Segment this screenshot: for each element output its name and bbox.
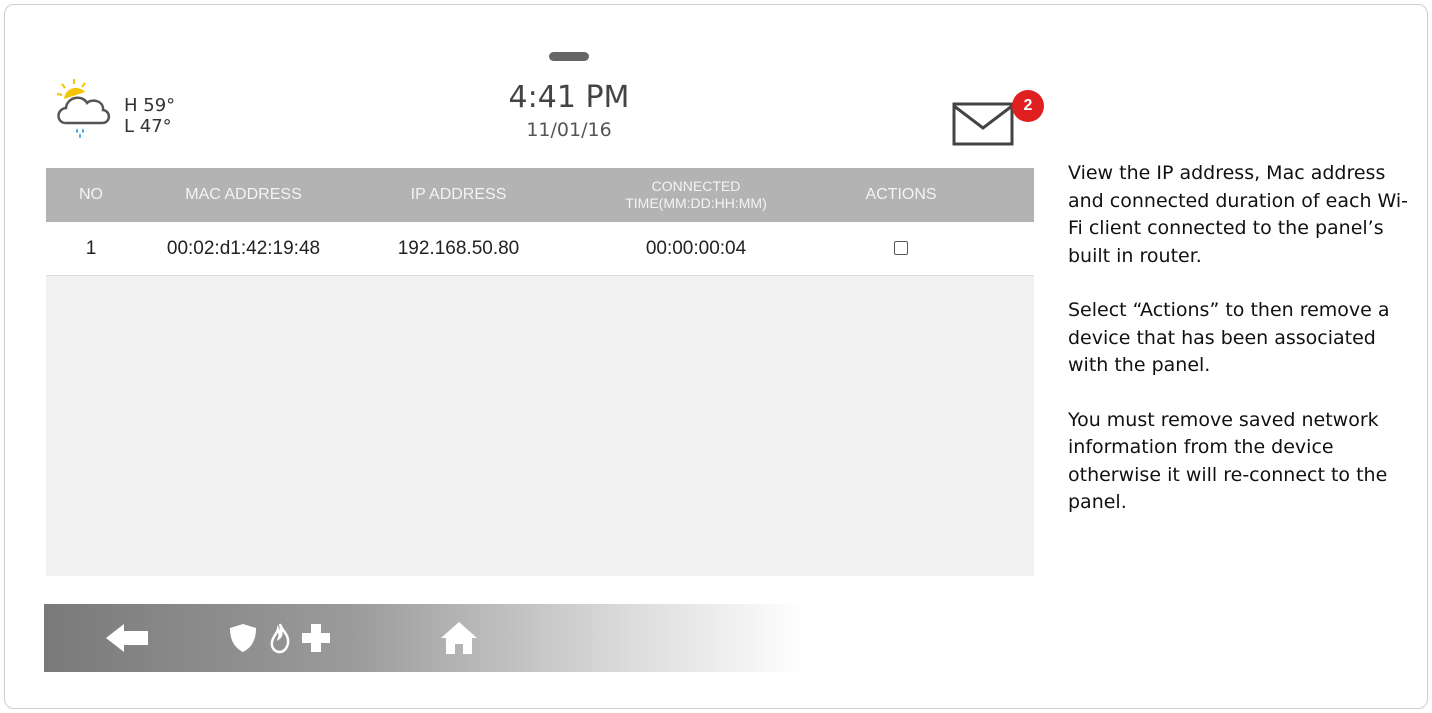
back-arrow-icon bbox=[106, 624, 148, 652]
table-row: 1 00:02:d1:42:19:48 192.168.50.80 00:00:… bbox=[46, 222, 1034, 276]
weather-widget[interactable]: H 59° L 47° bbox=[52, 75, 212, 147]
messages-button[interactable]: 2 bbox=[952, 90, 1044, 150]
cell-mac-address: 00:02:d1:42:19:48 bbox=[166, 237, 321, 259]
clock: 4:41 PM 11/01/16 bbox=[424, 80, 714, 141]
header-connected-line1: CONNECTED bbox=[651, 178, 741, 194]
header-no: NO bbox=[79, 186, 103, 203]
back-button[interactable] bbox=[92, 604, 162, 672]
cell-connected-time: 00:00:00:04 bbox=[645, 237, 747, 259]
header-mac-address: MAC ADDRESS bbox=[185, 186, 302, 203]
fire-icon bbox=[270, 623, 290, 654]
instruction-paragraph-1: View the IP address, Mac address and con… bbox=[1068, 162, 1409, 267]
cell-actions bbox=[826, 238, 976, 260]
home-button[interactable] bbox=[424, 604, 494, 672]
panel-screen: H 59° L 47° 4:41 PM 11/01/16 2 NO MAC AD… bbox=[44, 30, 1044, 672]
instructions-text: View the IP address, Mac address and con… bbox=[1068, 160, 1418, 544]
emergency-button[interactable] bbox=[214, 604, 344, 672]
medical-cross-icon bbox=[302, 624, 330, 652]
header-connected-line2: TIME(MM:DD:HH:MM) bbox=[625, 195, 767, 211]
header-actions: ACTIONS bbox=[865, 186, 937, 203]
header-ip-address: IP ADDRESS bbox=[410, 186, 507, 203]
header-connected-time: CONNECTED TIME(MM:DD:HH:MM) bbox=[566, 178, 826, 212]
clock-time: 4:41 PM bbox=[508, 80, 630, 115]
weather-low: L 47° bbox=[124, 116, 172, 137]
cell-ip-address: 192.168.50.80 bbox=[397, 237, 520, 259]
bottom-nav-bar bbox=[44, 604, 804, 672]
cell-no: 1 bbox=[85, 237, 97, 259]
table-header: NO MAC ADDRESS IP ADDRESS CONNECTED TIME… bbox=[46, 168, 1034, 222]
weather-high: H 59° bbox=[124, 95, 176, 116]
wifi-clients-table: NO MAC ADDRESS IP ADDRESS CONNECTED TIME… bbox=[46, 168, 1034, 576]
clock-date: 11/01/16 bbox=[526, 119, 612, 141]
shield-icon bbox=[230, 624, 256, 652]
instruction-paragraph-2: Select “Actions” to then remove a device… bbox=[1068, 299, 1390, 376]
message-count-badge: 2 bbox=[1012, 90, 1044, 122]
cloud-rain-sun-icon bbox=[56, 79, 111, 138]
envelope-icon bbox=[952, 102, 1014, 146]
pull-down-handle[interactable] bbox=[549, 52, 589, 61]
instruction-paragraph-3: You must remove saved network informatio… bbox=[1068, 408, 1388, 514]
home-icon bbox=[441, 622, 477, 654]
action-checkbox[interactable] bbox=[894, 241, 908, 256]
